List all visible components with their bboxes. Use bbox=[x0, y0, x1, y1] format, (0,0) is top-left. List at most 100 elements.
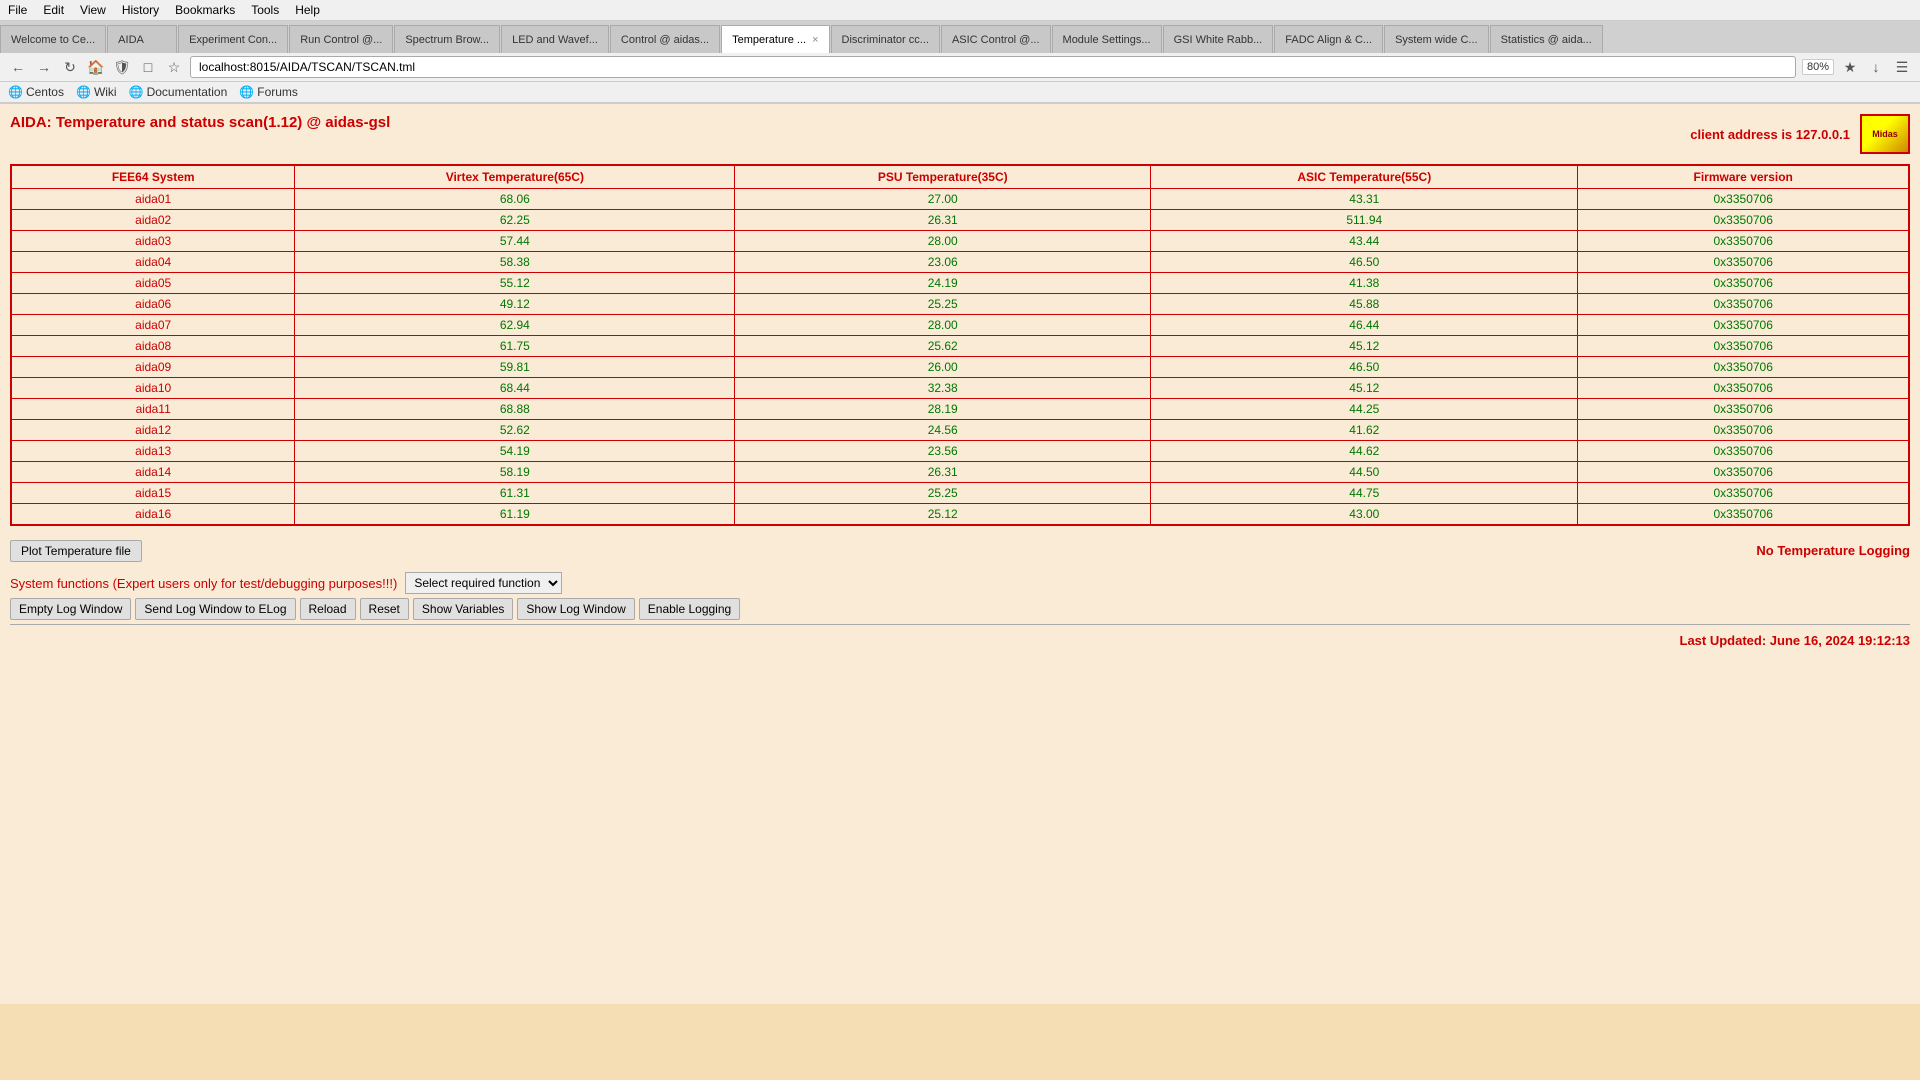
tab-close-icon[interactable]: × bbox=[812, 34, 818, 46]
table-row: aida0762.9428.0046.440x3350706 bbox=[11, 315, 1909, 336]
show-log-window-button[interactable]: Show Log Window bbox=[517, 598, 634, 620]
plot-temperature-button[interactable]: Plot Temperature file bbox=[10, 540, 142, 562]
menu-view[interactable]: View bbox=[80, 3, 106, 17]
table-cell-asic: 46.50 bbox=[1151, 252, 1578, 273]
function-select[interactable]: Select required function bbox=[405, 572, 562, 594]
tab-7[interactable]: Temperature ...× bbox=[721, 25, 829, 53]
tab-3[interactable]: Run Control @... bbox=[289, 25, 393, 53]
tab-2[interactable]: Experiment Con... bbox=[178, 25, 288, 53]
star-icon[interactable]: ★ bbox=[1840, 57, 1860, 77]
table-header: PSU Temperature(35C) bbox=[735, 165, 1151, 189]
globe-icon-forums: 🌐 bbox=[239, 85, 254, 99]
tab-13[interactable]: System wide C... bbox=[1384, 25, 1489, 53]
table-cell-virtex: 58.38 bbox=[295, 252, 735, 273]
table-cell-firmware: 0x3350706 bbox=[1578, 231, 1909, 252]
bookmark-wiki[interactable]: 🌐 Wiki bbox=[76, 85, 117, 99]
last-updated: Last Updated: June 16, 2024 19:12:13 bbox=[10, 633, 1910, 648]
table-header: Firmware version bbox=[1578, 165, 1909, 189]
tab-10[interactable]: Module Settings... bbox=[1052, 25, 1162, 53]
menu-tools[interactable]: Tools bbox=[251, 3, 279, 17]
reader-icon: □ bbox=[138, 57, 158, 77]
table-cell-asic: 45.12 bbox=[1151, 378, 1578, 399]
table-cell-asic: 44.75 bbox=[1151, 483, 1578, 504]
table-row: aida0555.1224.1941.380x3350706 bbox=[11, 273, 1909, 294]
table-cell-system: aida07 bbox=[11, 315, 295, 336]
menu-icon[interactable]: ☰ bbox=[1892, 57, 1912, 77]
table-row: aida0649.1225.2545.880x3350706 bbox=[11, 294, 1909, 315]
table-cell-virtex: 62.25 bbox=[295, 210, 735, 231]
system-functions-label: System functions (Expert users only for … bbox=[10, 576, 397, 591]
table-cell-asic: 43.00 bbox=[1151, 504, 1578, 526]
menu-history[interactable]: History bbox=[122, 3, 159, 17]
table-cell-asic: 45.12 bbox=[1151, 336, 1578, 357]
table-cell-psu: 26.31 bbox=[735, 462, 1151, 483]
menu-edit[interactable]: Edit bbox=[43, 3, 64, 17]
bookmark-wiki-label: Wiki bbox=[94, 85, 117, 99]
table-cell-asic: 43.44 bbox=[1151, 231, 1578, 252]
url-input[interactable] bbox=[190, 56, 1796, 78]
table-cell-firmware: 0x3350706 bbox=[1578, 252, 1909, 273]
bookmark-icon: ☆ bbox=[164, 57, 184, 77]
bookmark-forums-label: Forums bbox=[257, 85, 298, 99]
table-row: aida0168.0627.0043.310x3350706 bbox=[11, 189, 1909, 210]
table-cell-psu: 28.00 bbox=[735, 231, 1151, 252]
table-cell-asic: 44.50 bbox=[1151, 462, 1578, 483]
table-row: aida0262.2526.31511.940x3350706 bbox=[11, 210, 1909, 231]
table-cell-virtex: 61.75 bbox=[295, 336, 735, 357]
table-cell-psu: 28.00 bbox=[735, 315, 1151, 336]
tab-14[interactable]: Statistics @ aida... bbox=[1490, 25, 1603, 53]
reload-nav-button[interactable]: ↻ bbox=[60, 57, 80, 77]
back-button[interactable]: ← bbox=[8, 57, 28, 77]
tab-12[interactable]: FADC Align & C... bbox=[1274, 25, 1383, 53]
table-cell-system: aida06 bbox=[11, 294, 295, 315]
table-cell-system: aida10 bbox=[11, 378, 295, 399]
table-cell-psu: 26.31 bbox=[735, 210, 1151, 231]
reload-button[interactable]: Reload bbox=[300, 598, 356, 620]
forward-button[interactable]: → bbox=[34, 57, 54, 77]
table-cell-system: aida05 bbox=[11, 273, 295, 294]
menu-file[interactable]: File bbox=[8, 3, 27, 17]
table-row: aida0458.3823.0646.500x3350706 bbox=[11, 252, 1909, 273]
bookmark-centos-label: Centos bbox=[26, 85, 64, 99]
tab-9[interactable]: ASIC Control @... bbox=[941, 25, 1051, 53]
table-row: aida1168.8828.1944.250x3350706 bbox=[11, 399, 1909, 420]
menu-help[interactable]: Help bbox=[295, 3, 320, 17]
empty-log-window-button[interactable]: Empty Log Window bbox=[10, 598, 131, 620]
download-icon[interactable]: ↓ bbox=[1866, 57, 1886, 77]
tab-11[interactable]: GSI White Rabb... bbox=[1163, 25, 1274, 53]
table-cell-psu: 27.00 bbox=[735, 189, 1151, 210]
home-button[interactable]: 🏠 bbox=[86, 57, 106, 77]
bookmark-centos[interactable]: 🌐 Centos bbox=[8, 85, 64, 99]
bookmark-forums[interactable]: 🌐 Forums bbox=[239, 85, 298, 99]
tab-5[interactable]: LED and Wavef... bbox=[501, 25, 609, 53]
menu-bookmarks[interactable]: Bookmarks bbox=[175, 3, 235, 17]
tab-bar: Welcome to Ce...AIDAExperiment Con...Run… bbox=[0, 21, 1920, 53]
table-row: aida1252.6224.5641.620x3350706 bbox=[11, 420, 1909, 441]
table-cell-firmware: 0x3350706 bbox=[1578, 420, 1909, 441]
show-variables-button[interactable]: Show Variables bbox=[413, 598, 514, 620]
table-header: Virtex Temperature(65C) bbox=[295, 165, 735, 189]
tab-8[interactable]: Discriminator cc... bbox=[831, 25, 940, 53]
table-cell-system: aida15 bbox=[11, 483, 295, 504]
globe-icon-docs: 🌐 bbox=[129, 85, 144, 99]
table-cell-psu: 24.56 bbox=[735, 420, 1151, 441]
table-header: ASIC Temperature(55C) bbox=[1151, 165, 1578, 189]
table-cell-virtex: 58.19 bbox=[295, 462, 735, 483]
enable-logging-button[interactable]: Enable Logging bbox=[639, 598, 740, 620]
tab-0[interactable]: Welcome to Ce... bbox=[0, 25, 106, 53]
table-header: FEE64 System bbox=[11, 165, 295, 189]
table-cell-virtex: 68.88 bbox=[295, 399, 735, 420]
tab-6[interactable]: Control @ aidas... bbox=[610, 25, 720, 53]
table-cell-psu: 23.56 bbox=[735, 441, 1151, 462]
tab-1[interactable]: AIDA bbox=[107, 25, 177, 53]
bookmark-documentation[interactable]: 🌐 Documentation bbox=[129, 85, 228, 99]
tab-4[interactable]: Spectrum Brow... bbox=[394, 25, 500, 53]
table-cell-psu: 24.19 bbox=[735, 273, 1151, 294]
send-log-button[interactable]: Send Log Window to ELog bbox=[135, 598, 295, 620]
table-cell-asic: 41.38 bbox=[1151, 273, 1578, 294]
table-cell-virtex: 54.19 bbox=[295, 441, 735, 462]
table-cell-asic: 44.25 bbox=[1151, 399, 1578, 420]
table-row: aida1561.3125.2544.750x3350706 bbox=[11, 483, 1909, 504]
plot-btn-container: Plot Temperature file bbox=[10, 540, 142, 562]
reset-button[interactable]: Reset bbox=[360, 598, 409, 620]
